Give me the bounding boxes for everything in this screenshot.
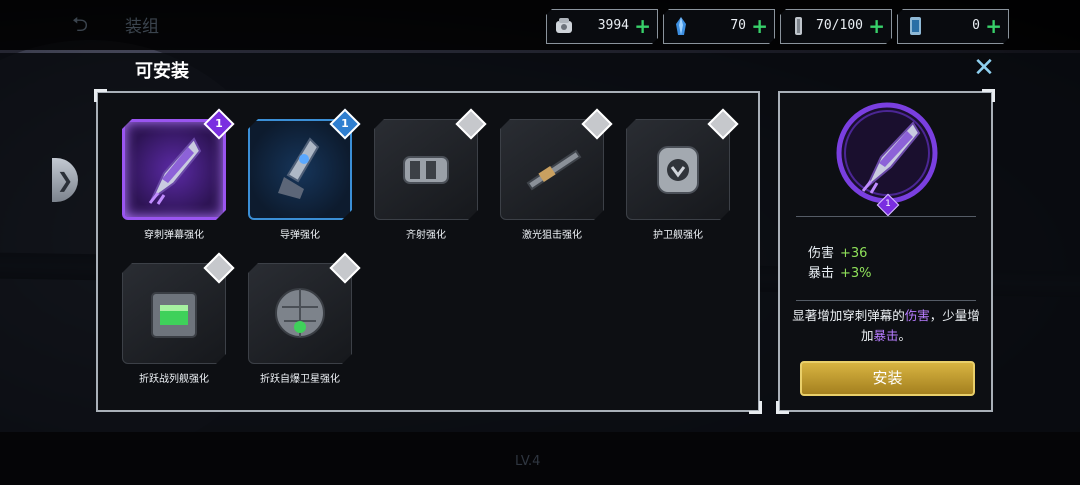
resource-value: 3994	[597, 18, 629, 33]
side-expand-arrow[interactable]: ❯	[52, 158, 78, 202]
resource-silver: 3994 +	[546, 9, 658, 44]
item-description: 显著增加穿刺弹幕的伤害，少量增加暴击。	[792, 308, 980, 343]
resource-energy: 0 +	[897, 9, 1009, 44]
panel-title: 可安装	[135, 61, 189, 82]
add-energy-button[interactable]: +	[985, 14, 1002, 38]
top-status-bar: ⮌ 装组 3994 + 70 + 70/100 + 0 +	[0, 0, 1080, 50]
item-label: 护卫舰强化	[653, 230, 703, 241]
item-label: 激光狙击强化	[522, 230, 582, 241]
back-button[interactable]: ⮌	[72, 10, 88, 44]
piercing-barrage-icon	[148, 137, 202, 205]
warp-satellite-icon	[275, 288, 325, 338]
close-button[interactable]: ✕	[970, 54, 998, 82]
item-label: 导弹强化	[280, 230, 320, 241]
item-detail: 1 伤害 +36 暴击 +3% 显著增加穿刺弹幕的伤害，少量增加暴击。 安装	[776, 89, 995, 414]
bottom-bar: LV.4	[0, 432, 1080, 485]
level-label: LV.4	[515, 454, 541, 469]
item-piercing-barrage[interactable]: 1 穿刺弹幕强化	[122, 108, 235, 249]
add-parts-button[interactable]: +	[868, 14, 885, 38]
item-label: 折跃自爆卫星强化	[260, 374, 340, 385]
resource-value: 0	[972, 18, 980, 33]
item-label: 折跃战列舰强化	[139, 374, 209, 385]
item-laser-sniper[interactable]: 激光狙击强化	[500, 108, 613, 249]
silver-coin-icon	[553, 15, 575, 37]
install-button[interactable]: 安装	[800, 361, 975, 396]
resource-parts: 70/100 +	[780, 9, 892, 44]
add-silver-button[interactable]: +	[634, 14, 651, 38]
resource-value: 70/100	[816, 18, 863, 33]
item-escort[interactable]: 护卫舰强化	[626, 108, 739, 249]
add-crystal-button[interactable]: +	[751, 14, 768, 38]
screen-title: 装组	[125, 17, 159, 37]
laser-sniper-icon	[526, 149, 582, 191]
installable-panel: 可安装 ✕ ❯ 1 穿刺弹幕强化 1 导弹强化 齐射强化 激光狙击强化 护卫舰强…	[0, 53, 1080, 432]
item-salvo[interactable]: 齐射强化	[374, 108, 487, 249]
resource-value: 70	[730, 18, 746, 33]
energy-tank-icon	[904, 15, 926, 37]
item-missile[interactable]: 1 导弹强化	[248, 108, 361, 249]
divider	[796, 216, 976, 217]
blue-crystal-icon	[670, 15, 692, 37]
warp-battleship-icon	[151, 292, 197, 338]
item-warp-self-destruct-satellite[interactable]: 折跃自爆卫星强化	[248, 252, 361, 393]
escort-ship-icon	[657, 146, 699, 194]
item-warp-battleship[interactable]: 折跃战列舰强化	[122, 252, 235, 393]
resource-crystal: 70 +	[663, 9, 775, 44]
divider	[796, 300, 976, 301]
metal-part-icon	[787, 15, 809, 37]
missile-icon	[278, 137, 320, 199]
item-list: 1 穿刺弹幕强化 1 导弹强化 齐射强化 激光狙击强化 护卫舰强化 折跃战列舰强…	[94, 89, 762, 414]
stat-damage: 伤害 +36	[808, 246, 868, 261]
stat-crit: 暴击 +3%	[808, 266, 872, 281]
salvo-launcher-icon	[403, 156, 449, 184]
item-label: 穿刺弹幕强化	[144, 230, 204, 241]
piercing-barrage-icon	[836, 102, 938, 204]
item-label: 齐射强化	[406, 230, 446, 241]
